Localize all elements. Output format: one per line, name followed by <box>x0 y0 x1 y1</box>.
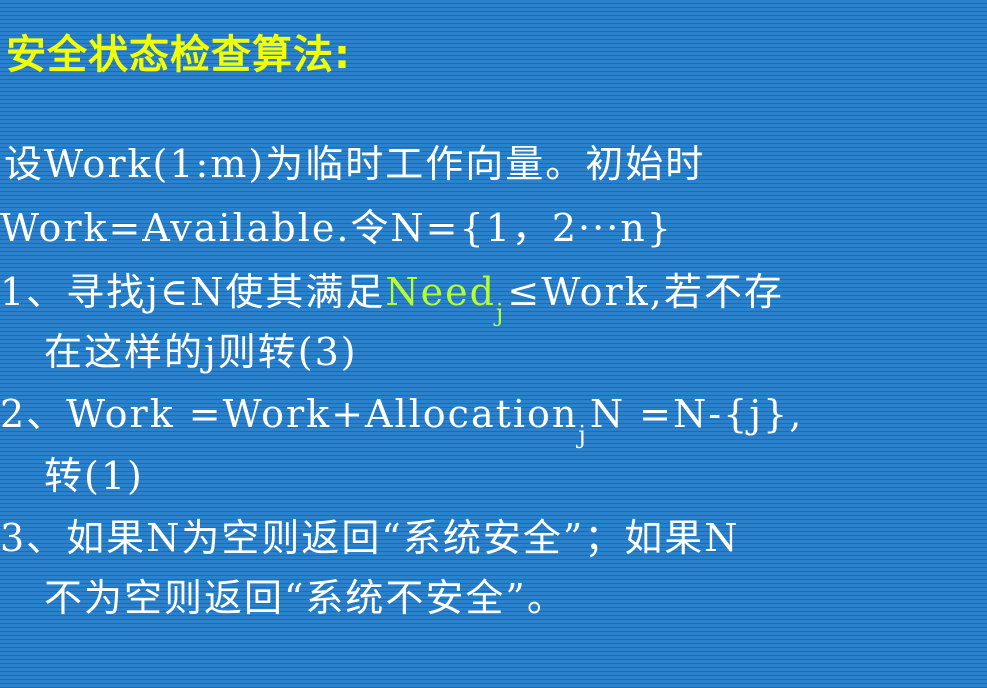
step-1-continuation: 在这样的j则转(3) <box>44 330 358 374</box>
slide-title: 安全状态检查算法: <box>6 32 351 78</box>
step-1-text: 1、寻找j∈N使其满足 <box>0 270 386 314</box>
step-2-text: 2、Work =Work+Allocation <box>0 392 579 436</box>
step-2-line: 2、Work =Work+Allocationj N =N-{j}, <box>0 390 804 449</box>
step-2-continuation: 转(1) <box>44 454 144 498</box>
need-term: Need <box>385 270 496 314</box>
work-init-line: 设Work(1:m)为临时工作向量。初始时 <box>4 142 706 186</box>
allocation-subscript: j <box>578 421 586 449</box>
step-3-continuation: 不为空则返回“系统不安全”。 <box>44 576 567 620</box>
step-2-set-update: N =N-{j}, <box>589 392 804 436</box>
need-subscript: j <box>495 299 504 327</box>
step-1-condition: ≤Work,若不存 <box>507 270 784 314</box>
available-assign-line: Work=Available.令N={1，2···n} <box>0 206 673 250</box>
step-3-line: 3、如果N为空则返回“系统安全”；如果N <box>0 516 740 560</box>
slide: 安全状态检查算法: 设Work(1:m)为临时工作向量。初始时 Work=Ava… <box>0 0 987 688</box>
step-1-line: 1、寻找j∈N使其满足Needj ≤Work,若不存 <box>0 268 784 327</box>
